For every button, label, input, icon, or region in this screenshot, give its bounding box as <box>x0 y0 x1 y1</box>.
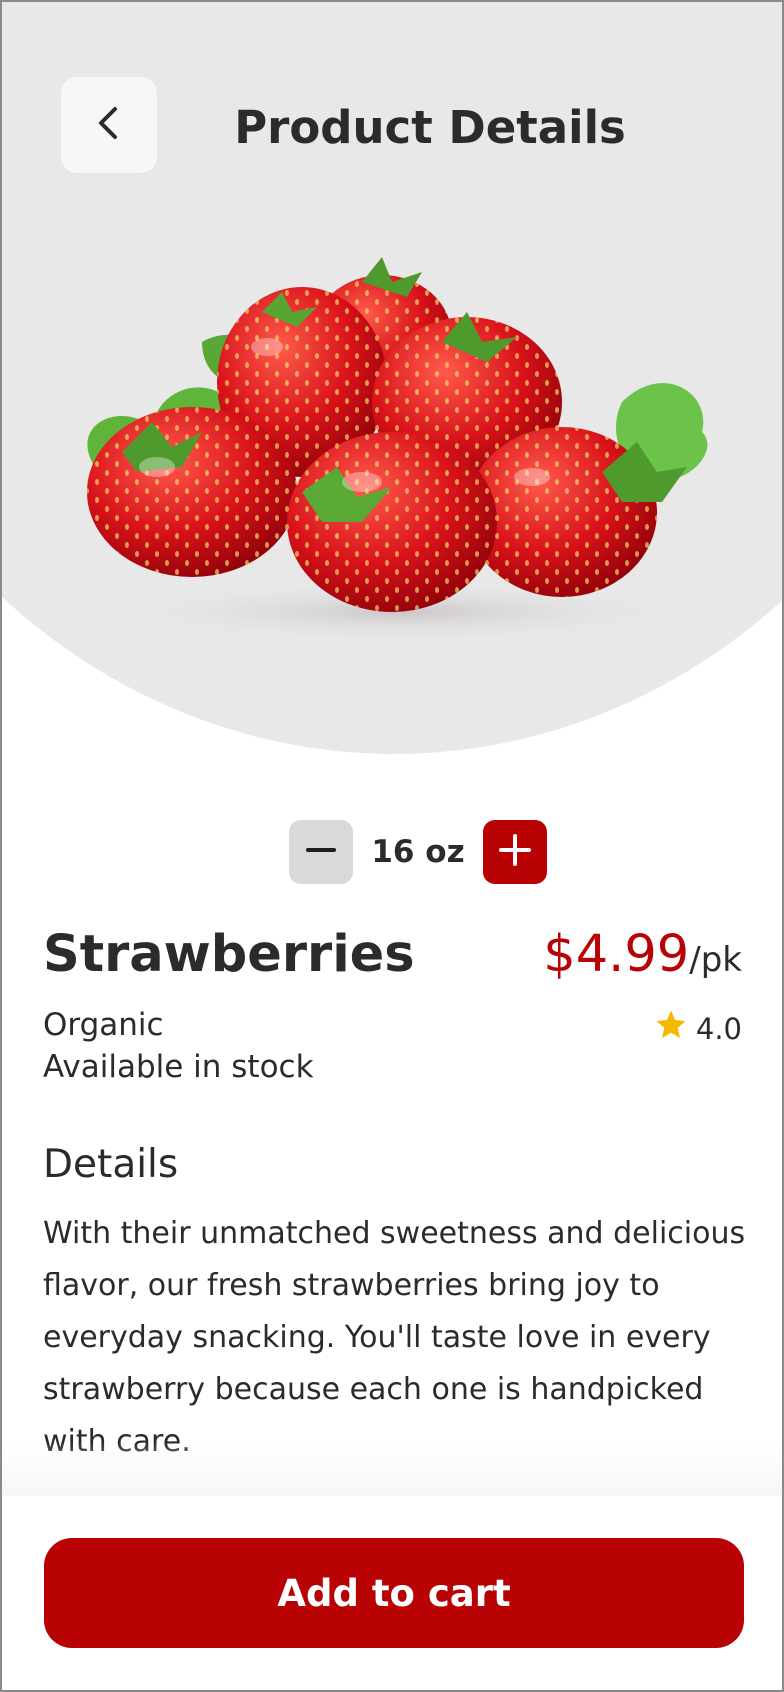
star-icon <box>654 1008 696 1049</box>
page-title: Product Details <box>234 101 626 154</box>
product-tag: Organic <box>43 1007 164 1043</box>
details-heading: Details <box>43 1142 179 1187</box>
quantity-stepper: 16 oz <box>289 820 547 884</box>
plus-icon <box>499 834 531 870</box>
increase-quantity-button[interactable] <box>483 820 547 884</box>
details-description: With their unmatched sweetness and delic… <box>43 1216 746 1459</box>
scroll-fade <box>2 1442 782 1498</box>
decrease-quantity-button[interactable] <box>289 820 353 884</box>
add-to-cart-button[interactable]: Add to cart <box>44 1538 744 1648</box>
product-rating: 4.0 <box>654 1008 742 1049</box>
product-details-screen: Product Details 16 oz Strawberries $4.99… <box>0 0 784 1692</box>
rating-value: 4.0 <box>695 1011 742 1046</box>
product-name: Strawberries <box>43 925 415 984</box>
quantity-value: 16 oz <box>371 834 465 870</box>
price-unit: /pk <box>689 940 742 980</box>
minus-icon <box>306 835 336 869</box>
availability-status: Available in stock <box>43 1049 314 1085</box>
price-amount: $4.99 <box>543 925 690 984</box>
product-price: $4.99/pk <box>543 922 742 999</box>
product-image <box>87 257 708 642</box>
product-meta: Organic Available in stock <box>43 1004 314 1088</box>
